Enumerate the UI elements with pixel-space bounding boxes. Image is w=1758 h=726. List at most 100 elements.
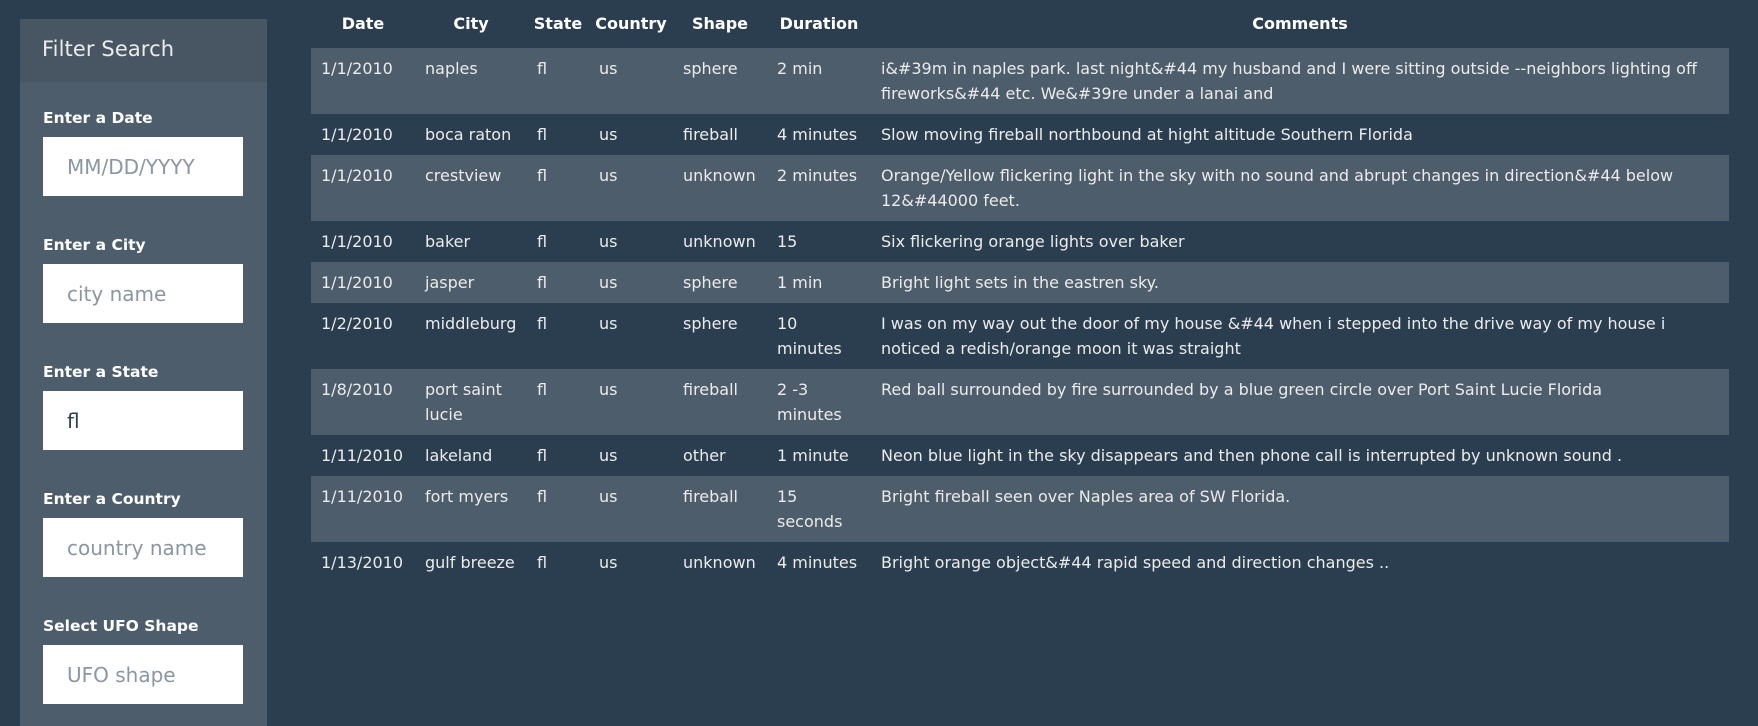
table-row: 1/1/2010 boca raton fl us fireball 4 minutes S… <box>311 114 1729 155</box>
cell-country: us <box>599 232 618 251</box>
shape-input[interactable] <box>43 645 243 704</box>
cell-date: 1/11/2010 <box>321 446 404 465</box>
cell-state: fl <box>537 273 548 292</box>
cell-duration: 2 min <box>777 59 823 78</box>
table-row: 1/1/2010 jasper fl us sphere 1 min Bright ligh… <box>311 262 1729 303</box>
date-filter-group: Enter a Date <box>43 108 243 196</box>
city-input[interactable] <box>43 264 243 323</box>
cell-country: us <box>599 553 618 572</box>
cell-city: gulf breeze <box>425 553 515 572</box>
table-row: 1/1/2010 baker fl us unknown 15 Six flickering… <box>311 221 1729 262</box>
cell-date: 1/1/2010 <box>321 59 393 78</box>
cell-shape: unknown <box>683 232 756 251</box>
cell-comments: i&#39m in naples park. last night&#44 my… <box>881 59 1697 103</box>
header-shape: Shape <box>691 13 748 33</box>
sidebar-title: Filter Search <box>20 19 267 82</box>
ufo-sightings-table-container: Date City State Country Shape Duration C… <box>311 0 1729 583</box>
cell-state: fl <box>537 380 548 399</box>
country-input[interactable] <box>43 518 243 577</box>
page: Filter Search Enter a Date Enter a City … <box>0 0 1758 726</box>
cell-city: fort myers <box>425 487 509 506</box>
header-state: State <box>533 13 583 33</box>
cell-shape: sphere <box>683 314 738 333</box>
cell-city: crestview <box>425 166 502 185</box>
table-row: 1/13/2010 gulf breeze fl us unknown 4 minutes… <box>311 542 1729 583</box>
cell-shape: fireball <box>683 380 738 399</box>
ufo-sightings-table: Date City State Country Shape Duration C… <box>311 0 1729 583</box>
cell-state: fl <box>537 487 548 506</box>
cell-date: 1/8/2010 <box>321 380 393 399</box>
cell-country: us <box>599 125 618 144</box>
shape-filter-label: Select UFO Shape <box>43 617 199 635</box>
cell-comments: Six flickering orange lights over baker <box>881 232 1185 251</box>
cell-city: boca raton <box>425 125 512 144</box>
table-row: 1/1/2010 crestview fl us unknown 2 minutes Ora… <box>311 155 1729 221</box>
cell-date: 1/1/2010 <box>321 166 393 185</box>
country-filter-label: Enter a Country <box>43 490 181 508</box>
cell-state: fl <box>537 314 548 333</box>
header-duration: Duration <box>779 13 859 33</box>
cell-city: middleburg <box>425 314 517 333</box>
table-body: 1/1/2010 naples fl us sphere 2 min i&#39m in n… <box>311 48 1729 583</box>
cell-duration: 1 minute <box>777 446 849 465</box>
cell-state: fl <box>537 59 548 78</box>
cell-state: fl <box>537 446 548 465</box>
cell-country: us <box>599 273 618 292</box>
cell-date: 1/2/2010 <box>321 314 393 333</box>
cell-comments: Neon blue light in the sky disappears an… <box>881 446 1623 465</box>
country-filter-group: Enter a Country <box>43 489 243 577</box>
cell-duration: 2 -3 minutes <box>777 380 842 424</box>
cell-country: us <box>599 487 618 506</box>
cell-duration: 2 minutes <box>777 166 858 185</box>
cell-duration: 10 minutes <box>777 314 842 358</box>
header-row: Date City State Country Shape Duration C… <box>311 0 1729 48</box>
cell-date: 1/1/2010 <box>321 232 393 251</box>
cell-comments: Slow moving fireball northbound at hight… <box>881 125 1413 144</box>
cell-city: lakeland <box>425 446 493 465</box>
cell-city: port saint lucie <box>425 380 502 424</box>
cell-shape: fireball <box>683 487 738 506</box>
cell-city: baker <box>425 232 471 251</box>
shape-filter-group: Select UFO Shape <box>43 616 243 704</box>
cell-date: 1/13/2010 <box>321 553 404 572</box>
cell-country: us <box>599 446 618 465</box>
cell-state: fl <box>537 125 548 144</box>
cell-state: fl <box>537 553 548 572</box>
state-input[interactable] <box>43 391 243 450</box>
table-row: 1/2/2010 middleburg fl us sphere 10 minutes I … <box>311 303 1729 369</box>
cell-state: fl <box>537 232 548 251</box>
cell-country: us <box>599 166 618 185</box>
header-comments: Comments <box>1252 13 1348 33</box>
city-filter-label: Enter a City <box>43 236 146 254</box>
cell-comments: Bright orange object&#44 rapid speed and… <box>881 553 1390 572</box>
date-filter-label: Enter a Date <box>43 109 153 127</box>
date-input[interactable] <box>43 137 243 196</box>
filter-sidebar: Filter Search Enter a Date Enter a City … <box>20 19 267 726</box>
cell-country: us <box>599 59 618 78</box>
table-header: Date City State Country Shape Duration C… <box>311 0 1729 48</box>
cell-shape: unknown <box>683 553 756 572</box>
table-row: 1/11/2010 lakeland fl us other 1 minute Neon b… <box>311 435 1729 476</box>
header-date: Date <box>341 13 385 33</box>
cell-comments: I was on my way out the door of my house… <box>881 314 1666 358</box>
cell-duration: 15 <box>777 232 798 251</box>
cell-duration: 4 minutes <box>777 553 858 572</box>
cell-shape: fireball <box>683 125 738 144</box>
cell-shape: other <box>683 446 726 465</box>
cell-city: jasper <box>425 273 475 292</box>
city-filter-group: Enter a City <box>43 235 243 323</box>
cell-country: us <box>599 380 618 399</box>
cell-date: 1/1/2010 <box>321 125 393 144</box>
table-row: 1/1/2010 naples fl us sphere 2 min i&#39m in n… <box>311 48 1729 114</box>
cell-country: us <box>599 314 618 333</box>
cell-duration: 1 min <box>777 273 823 292</box>
cell-comments: Orange/Yellow flickering light in the sk… <box>881 166 1674 210</box>
cell-comments: Bright light sets in the eastren sky. <box>881 273 1159 292</box>
cell-state: fl <box>537 166 548 185</box>
table-row: 1/8/2010 port saint lucie fl us fireball 2 -3… <box>311 369 1729 435</box>
cell-date: 1/11/2010 <box>321 487 404 506</box>
cell-shape: sphere <box>683 59 738 78</box>
cell-date: 1/1/2010 <box>321 273 393 292</box>
header-city: City <box>453 13 489 33</box>
state-filter-group: Enter a State <box>43 362 243 450</box>
